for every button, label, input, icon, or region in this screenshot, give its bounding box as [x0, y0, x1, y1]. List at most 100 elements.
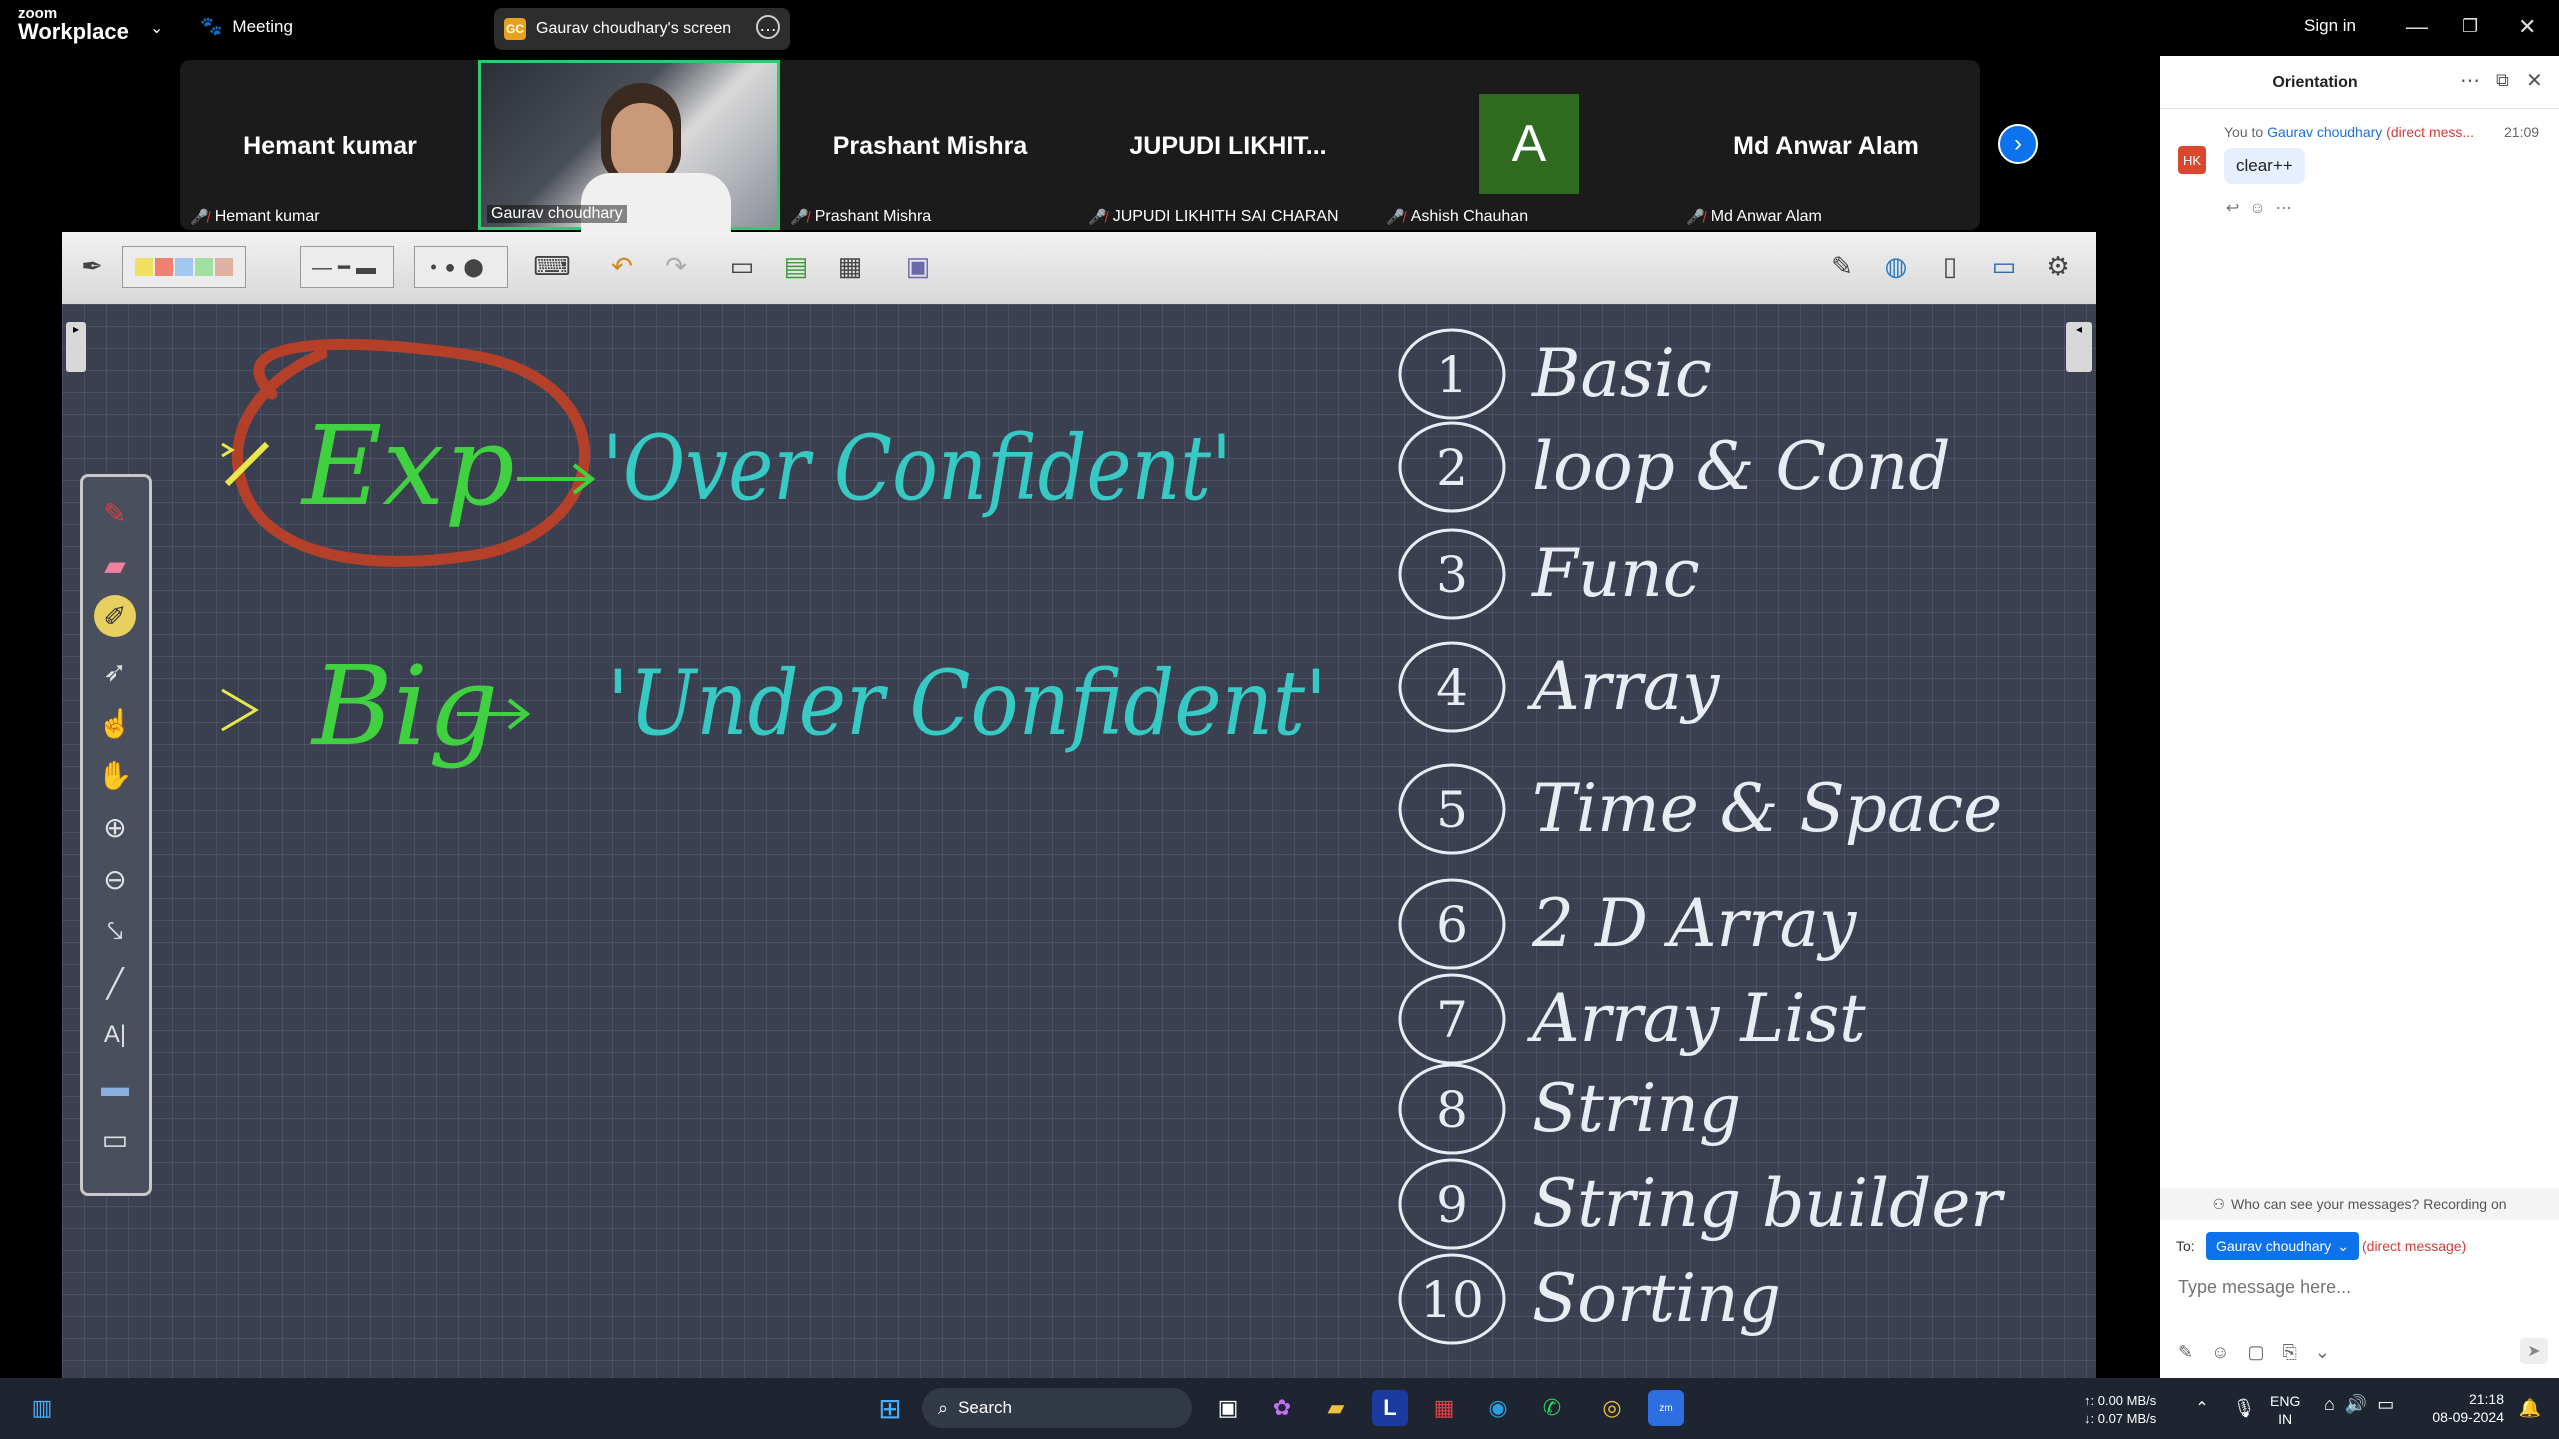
- pen-tool-icon[interactable]: ✒: [72, 246, 112, 286]
- color-swatch-blue[interactable]: [175, 258, 193, 276]
- sign-in-link[interactable]: Sign in: [2304, 16, 2356, 36]
- message-actions[interactable]: ↩☺⋯: [2226, 198, 2302, 218]
- insert-page-icon[interactable]: ▤: [776, 246, 816, 286]
- zoom-app-icon[interactable]: zm: [1648, 1390, 1684, 1426]
- start-icon[interactable]: ⊞: [872, 1390, 908, 1426]
- color-swatch-peach[interactable]: [215, 258, 233, 276]
- minimize-icon[interactable]: —: [2406, 14, 2428, 40]
- edge-icon[interactable]: ◉: [1480, 1390, 1516, 1426]
- emoji-icon[interactable]: ☺: [2211, 1342, 2229, 1363]
- chevron-down-icon[interactable]: ⌄: [150, 18, 163, 38]
- battery-icon: ▭: [2377, 1394, 2405, 1414]
- keyboard-tool-icon[interactable]: ▭: [91, 1117, 139, 1161]
- chevron-down-icon: ⌄: [2337, 1237, 2349, 1254]
- edit-board-icon[interactable]: ✎: [1822, 246, 1862, 286]
- redo-icon[interactable]: ↷: [656, 246, 696, 286]
- message-meta: You to Gaurav choudhary (direct mess...: [2224, 124, 2474, 140]
- line-tool-icon[interactable]: ╱: [91, 961, 139, 1005]
- settings-icon[interactable]: ⚙: [2038, 246, 2078, 286]
- recipient-dropdown[interactable]: Gaurav choudhary ⌄: [2206, 1232, 2359, 1260]
- sender-avatar: HK: [2178, 146, 2206, 174]
- more-options-icon[interactable]: …: [756, 15, 780, 39]
- screen-icon[interactable]: ▭: [1984, 246, 2024, 286]
- copilot-icon[interactable]: ✿: [1264, 1390, 1300, 1426]
- color-palette[interactable]: [122, 246, 246, 288]
- color-swatch-green[interactable]: [195, 258, 213, 276]
- chat-title: Orientation: [2272, 74, 2358, 91]
- participant-label: Gaurav choudhary: [491, 205, 623, 222]
- close-icon[interactable]: ✕: [2518, 14, 2536, 40]
- message-input[interactable]: [2176, 1268, 2540, 1306]
- more-icon[interactable]: ⋯: [2460, 68, 2480, 93]
- close-chat-icon[interactable]: ✕: [2526, 68, 2543, 93]
- widgets-icon[interactable]: ▥: [24, 1390, 60, 1426]
- image-tool-icon[interactable]: ▬: [91, 1065, 139, 1109]
- participant-tile[interactable]: Prashant Mishra 🎤̸ Prashant Mishra: [782, 60, 1078, 230]
- message-recipient[interactable]: Gaurav choudhary: [2267, 124, 2382, 140]
- active-speaker-tile[interactable]: Gaurav choudhary: [478, 60, 780, 233]
- notification-bell-icon[interactable]: 🔔: [2512, 1390, 2548, 1426]
- file-icon[interactable]: ▢: [2247, 1342, 2264, 1363]
- participant-tile[interactable]: A 🎤̸ Ashish Chauhan: [1378, 60, 1674, 230]
- topic-number: 7: [1436, 991, 1468, 1049]
- gallery-next-icon[interactable]: ›: [1998, 124, 2038, 164]
- select-pointer-icon[interactable]: ➶: [91, 649, 139, 693]
- hand-pan-icon[interactable]: ✋: [91, 753, 139, 797]
- app-l-icon[interactable]: L: [1372, 1390, 1408, 1426]
- format-icon[interactable]: ✎: [2178, 1342, 2193, 1363]
- screenshot-icon[interactable]: ⎘: [2283, 1342, 2297, 1363]
- microphone-icon[interactable]: 🎙: [2226, 1390, 2262, 1426]
- emoji-react-icon[interactable]: ☺: [2249, 200, 2275, 217]
- color-picker-icon[interactable]: ⤥: [91, 909, 139, 953]
- more-actions-icon[interactable]: ⋯: [2276, 200, 2302, 217]
- to-label: To:: [2176, 1238, 2195, 1254]
- folder-icon[interactable]: ▯: [1930, 246, 1970, 286]
- text-tool-icon[interactable]: A|: [91, 1013, 139, 1057]
- laser-pointer-icon[interactable]: ☝: [91, 701, 139, 745]
- send-icon[interactable]: ➤: [2520, 1338, 2548, 1364]
- reply-icon[interactable]: ↩: [2226, 200, 2249, 217]
- store-icon[interactable]: ▦: [1426, 1390, 1462, 1426]
- task-view-icon[interactable]: ▣: [1210, 1390, 1246, 1426]
- participant-tile[interactable]: JUPUDI LIKHIT... 🎤̸ JUPUDI LIKHITH SAI CH…: [1080, 60, 1376, 230]
- zoom-in-icon[interactable]: ⊕: [91, 805, 139, 849]
- undo-icon[interactable]: ↶: [602, 246, 642, 286]
- participant-tile[interactable]: Md Anwar Alam 🎤̸ Md Anwar Alam: [1678, 60, 1974, 230]
- globe-icon[interactable]: ◍: [1876, 246, 1916, 286]
- screen-share-pill[interactable]: GC Gaurav choudhary's screen …: [494, 8, 790, 50]
- whatsapp-icon[interactable]: ✆: [1534, 1390, 1570, 1426]
- meeting-menu[interactable]: 🐾 Meeting: [200, 16, 293, 37]
- new-page-icon[interactable]: ▭: [722, 246, 762, 286]
- pen-icon[interactable]: ✎: [91, 491, 139, 535]
- privacy-notice[interactable]: ⚇ Who can see your messages? Recording on: [2160, 1188, 2559, 1220]
- people-icon: ⚇: [2212, 1195, 2226, 1212]
- dot-size-picker[interactable]: •●⬤: [414, 246, 508, 288]
- volume-icon: 🔊: [2344, 1394, 2378, 1414]
- taskbar-search[interactable]: ⌕ Search: [922, 1388, 1192, 1428]
- color-swatch-red[interactable]: [155, 258, 173, 276]
- restore-icon[interactable]: ❐: [2462, 16, 2478, 37]
- participant-tile[interactable]: Hemant kumar 🎤̸ Hemant kumar: [182, 60, 478, 230]
- chevron-down-icon[interactable]: ⌄: [2315, 1342, 2330, 1363]
- highlighter-icon[interactable]: ✐: [94, 595, 136, 637]
- message-bubble[interactable]: clear++: [2224, 148, 2305, 184]
- chat-header: Orientation ⋯ ⧉ ✕: [2160, 56, 2559, 109]
- eraser-icon[interactable]: ▰: [91, 543, 139, 587]
- line-width-picker[interactable]: —━▬: [300, 246, 394, 288]
- search-label: Search: [958, 1398, 1012, 1417]
- zoom-out-icon[interactable]: ⊖: [91, 857, 139, 901]
- document-icon[interactable]: ▦: [830, 246, 870, 286]
- file-explorer-icon[interactable]: ▰: [1318, 1390, 1354, 1426]
- popout-icon[interactable]: ⧉: [2496, 70, 2509, 91]
- shapes-icon[interactable]: ▣: [898, 246, 938, 286]
- language-indicator[interactable]: ENG IN: [2270, 1392, 2300, 1428]
- clock[interactable]: 21:18 08-09-2024: [2424, 1390, 2504, 1426]
- topic-label: Time & Space: [1532, 770, 2002, 847]
- keyboard-icon[interactable]: ⌨: [532, 246, 572, 286]
- system-tray-icons[interactable]: ⌂🔊▭: [2324, 1394, 2404, 1415]
- participant-avatar: A: [1479, 94, 1579, 194]
- tray-chevron-icon[interactable]: ⌃: [2184, 1390, 2220, 1426]
- chrome-icon[interactable]: ◎: [1594, 1390, 1630, 1426]
- topic-number: 10: [1420, 1271, 1484, 1329]
- color-swatch-yellow[interactable]: [135, 258, 153, 276]
